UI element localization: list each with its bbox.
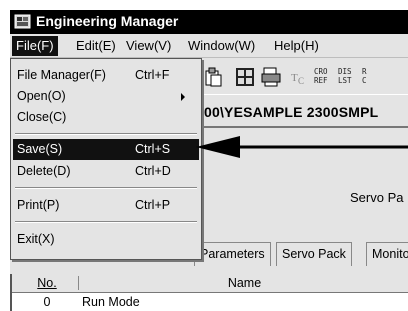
menu-file[interactable]: File(F) — [12, 36, 58, 56]
tc-icon[interactable]: T C — [288, 66, 310, 88]
menu-view[interactable]: View(V) — [122, 36, 175, 56]
svg-text:C: C — [298, 76, 304, 86]
menu-window[interactable]: Window(W) — [184, 36, 259, 56]
project-path: 300\YESAMPLE 2300SMPL — [196, 104, 379, 120]
close-label: Close(C) — [17, 110, 67, 124]
paste-icon[interactable] — [202, 66, 224, 88]
c-label: C — [362, 76, 367, 85]
menu-separator — [15, 133, 197, 135]
window-title: Engineering Manager — [36, 13, 179, 29]
menu-item-file-manager[interactable]: File Manager(F) Ctrl+F — [13, 65, 199, 86]
dis-label: DIS — [338, 67, 352, 76]
r-c-button[interactable]: R C — [362, 67, 367, 85]
menu-separator — [15, 187, 197, 189]
engineering-manager-icon[interactable] — [14, 13, 32, 31]
file-manager-shortcut: Ctrl+F — [135, 68, 170, 82]
menu-item-open[interactable]: Open(O) — [13, 86, 199, 107]
column-no[interactable]: No. — [22, 276, 72, 290]
column-name[interactable]: Name — [78, 276, 408, 290]
r-label: R — [362, 67, 367, 76]
menu-bar: File(F) Edit(E) View(V) Window(W) Help(H… — [10, 34, 408, 58]
parameter-table: No. Name 0 Run Mode — [10, 274, 408, 311]
menu-item-exit[interactable]: Exit(X) — [13, 229, 199, 250]
menu-separator — [15, 221, 197, 223]
table-header: No. Name — [12, 274, 408, 293]
row-name-cell[interactable]: Run Mode — [82, 295, 140, 309]
delete-shortcut: Ctrl+D — [135, 164, 171, 178]
title-bar: Engineering Manager — [10, 10, 408, 34]
lst-label: LST — [338, 76, 352, 85]
tab-monitor[interactable]: Monito — [366, 242, 408, 266]
print-shortcut: Ctrl+P — [135, 198, 171, 212]
menu-item-delete[interactable]: Delete(D) Ctrl+D — [13, 161, 199, 182]
menu-edit[interactable]: Edit(E) — [72, 36, 120, 56]
tab-parameters[interactable]: Parameters — [194, 242, 271, 266]
svg-text:T: T — [291, 72, 298, 84]
file-manager-label: File Manager(F) — [17, 68, 106, 82]
exit-label: Exit(X) — [17, 232, 55, 246]
file-menu-dropdown: File Manager(F) Ctrl+F Open(O) Close(C) … — [10, 58, 202, 260]
print-label: Print(P) — [17, 198, 60, 212]
delete-label: Delete(D) — [17, 164, 71, 178]
compile-icon[interactable] — [260, 66, 282, 88]
ref-label: REF — [314, 76, 328, 85]
menu-item-save[interactable]: Save(S) Ctrl+S — [13, 139, 199, 160]
save-shortcut: Ctrl+S — [135, 142, 171, 156]
menu-item-print[interactable]: Print(P) Ctrl+P — [13, 195, 199, 216]
callout-arrow-icon — [196, 136, 408, 158]
menu-item-close[interactable]: Close(C) — [13, 107, 199, 128]
servo-pack-label: Servo Pa — [350, 190, 404, 205]
dis-lst-button[interactable]: DIS LST — [338, 67, 352, 85]
row-no-cell[interactable]: 0 — [22, 295, 72, 309]
tab-servo-pack[interactable]: Servo Pack — [276, 242, 352, 266]
grid-icon[interactable] — [234, 66, 256, 88]
cro-label: CRO — [314, 67, 328, 76]
save-label: Save(S) — [17, 142, 63, 156]
open-label: Open(O) — [17, 89, 66, 103]
menu-help[interactable]: Help(H) — [270, 36, 323, 56]
cro-ref-button[interactable]: CRO REF — [314, 67, 328, 85]
submenu-arrow-icon — [181, 93, 185, 101]
